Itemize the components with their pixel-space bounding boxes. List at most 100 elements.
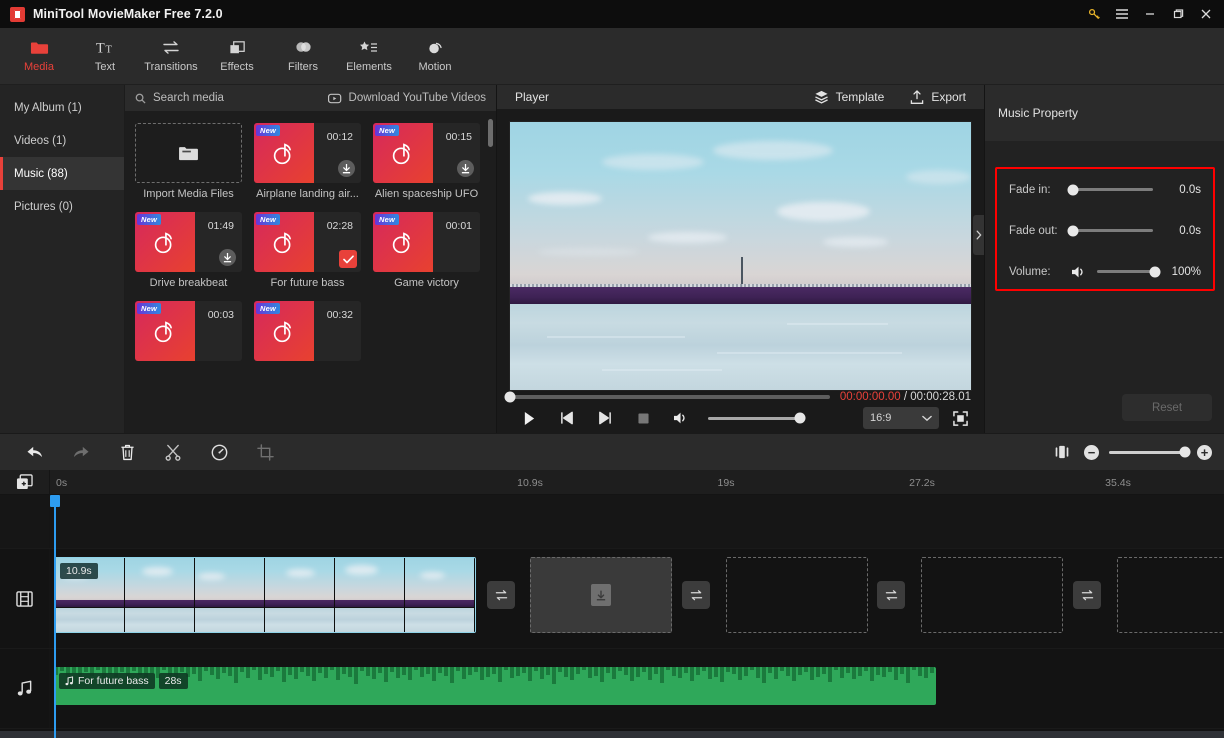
crop-button[interactable] [242, 434, 288, 471]
volume-mute-button[interactable] [1071, 265, 1097, 279]
minimize-icon[interactable] [1136, 1, 1164, 27]
ribbon-tab-filters[interactable]: Filters [270, 28, 336, 85]
volume-handle[interactable] [1149, 266, 1161, 277]
audio-clip-name: For future bass [78, 675, 149, 687]
zoom-out-button[interactable]: − [1084, 444, 1099, 460]
reset-button[interactable]: Reset [1122, 394, 1212, 421]
video-frame [335, 558, 405, 632]
track-body-pip[interactable] [50, 495, 1224, 548]
sidebar-item-pictures[interactable]: Pictures (0) [0, 190, 124, 223]
zoom-handle[interactable] [1179, 446, 1191, 458]
volume-label: Volume: [1009, 265, 1051, 278]
media-thumb[interactable]: New 00:03 [135, 301, 242, 361]
transitions-icon [1081, 589, 1093, 600]
volume-button[interactable] [662, 403, 700, 433]
sidebar-item-my-album[interactable]: My Album (1) [0, 91, 124, 124]
undo-button[interactable] [12, 434, 58, 471]
fade-out-slider[interactable] [1067, 225, 1153, 236]
media-drop-slot[interactable] [726, 557, 868, 633]
ruler-scale[interactable]: 0s 10.9s 19s 27.2s 35.4s [50, 470, 1224, 494]
add-track-button[interactable] [0, 470, 50, 494]
fullscreen-icon [952, 410, 968, 426]
media-thumb[interactable]: New 02:28 [254, 212, 361, 272]
music-icon [17, 680, 31, 696]
audio-clip[interactable]: For future bass 28s [54, 667, 936, 705]
transition-slot-button[interactable] [877, 581, 905, 609]
video-preview[interactable] [509, 121, 972, 391]
zoom-in-button[interactable]: + [1197, 444, 1212, 460]
media-thumb[interactable]: New 00:12 [254, 123, 361, 183]
volume-handle[interactable] [794, 412, 806, 424]
import-media-button[interactable] [135, 123, 242, 183]
stop-button[interactable] [624, 403, 662, 433]
audio-clip-labels: For future bass 28s [59, 673, 188, 689]
media-thumb[interactable]: New 01:49 [135, 212, 242, 272]
track-body-video[interactable]: 10.9s [50, 549, 1224, 648]
download-youtube-button[interactable]: Download YouTube Videos [327, 92, 486, 104]
volume-icon [1072, 266, 1083, 277]
volume-slider[interactable] [1097, 266, 1161, 277]
selected-check-icon[interactable] [339, 250, 357, 268]
delete-button[interactable] [104, 434, 150, 471]
media-thumb[interactable]: New 00:15 [373, 123, 480, 183]
download-icon[interactable] [338, 160, 355, 177]
zoom-slider[interactable] [1109, 446, 1191, 458]
media-thumb[interactable]: New 00:01 [373, 212, 480, 272]
previous-frame-button[interactable] [548, 403, 586, 433]
ribbon-tab-media[interactable]: Media [6, 28, 72, 85]
template-button[interactable]: Template [814, 90, 885, 104]
media-drop-slot[interactable] [530, 557, 672, 633]
volume-slider[interactable] [708, 412, 806, 424]
app-title: MiniTool MovieMaker Free 7.2.0 [33, 7, 223, 21]
ribbon-label-media: Media [24, 61, 54, 73]
new-badge: New [256, 303, 281, 314]
sidebar-item-videos[interactable]: Videos (1) [0, 124, 124, 157]
ribbon-tab-effects[interactable]: Effects [204, 28, 270, 85]
next-frame-button[interactable] [586, 403, 624, 433]
player-title: Player [515, 90, 550, 104]
transition-slot-button[interactable] [682, 581, 710, 609]
transition-slot-button[interactable] [487, 581, 515, 609]
redo-button[interactable] [58, 434, 104, 471]
key-icon[interactable] [1080, 1, 1108, 27]
download-icon[interactable] [457, 160, 474, 177]
split-button[interactable] [150, 434, 196, 471]
minitool-logo [10, 6, 25, 22]
maximize-icon[interactable] [1164, 1, 1192, 27]
playhead-handle[interactable] [50, 495, 60, 507]
ribbon-tab-elements[interactable]: Elements [336, 28, 402, 85]
media-drop-slot[interactable] [1117, 557, 1224, 633]
fade-out-handle[interactable] [1067, 225, 1079, 236]
collapse-panel-button[interactable] [973, 215, 984, 255]
ribbon-tab-transitions[interactable]: Transitions [138, 28, 204, 85]
seek-handle[interactable] [504, 391, 516, 403]
transition-slot-button[interactable] [1073, 581, 1101, 609]
speed-button[interactable] [196, 434, 242, 471]
export-button[interactable]: Export [910, 89, 966, 105]
aspect-ratio-select[interactable]: 16:9 [863, 407, 939, 429]
play-button[interactable] [510, 403, 548, 433]
download-icon[interactable] [219, 249, 236, 266]
search-input[interactable]: Search media [135, 92, 328, 104]
track-body-audio[interactable]: For future bass 28s [50, 649, 1224, 728]
template-label: Template [835, 90, 885, 104]
close-icon[interactable] [1192, 1, 1220, 27]
fade-in-handle[interactable] [1067, 184, 1079, 195]
cloud [712, 140, 833, 160]
video-clip[interactable]: 10.9s [54, 557, 476, 633]
ribbon-tab-text[interactable]: TT Text [72, 28, 138, 85]
fade-in-label: Fade in: [1009, 183, 1051, 196]
fullscreen-button[interactable] [949, 403, 971, 433]
media-scrollbar[interactable] [488, 119, 493, 147]
seek-bar[interactable] [504, 391, 830, 403]
fit-to-screen-button[interactable] [1050, 434, 1074, 471]
ribbon-tab-motion[interactable]: Motion [402, 28, 468, 85]
time-separator: / [900, 391, 911, 403]
media-drop-slot[interactable] [921, 557, 1063, 633]
media-thumb[interactable]: New 00:32 [254, 301, 361, 361]
playhead[interactable] [50, 495, 60, 738]
fade-in-slider[interactable] [1067, 184, 1153, 195]
menu-icon[interactable] [1108, 1, 1136, 27]
sidebar-item-music[interactable]: Music (88) [0, 157, 124, 190]
sidebar-label-my-album: My Album (1) [14, 101, 82, 114]
